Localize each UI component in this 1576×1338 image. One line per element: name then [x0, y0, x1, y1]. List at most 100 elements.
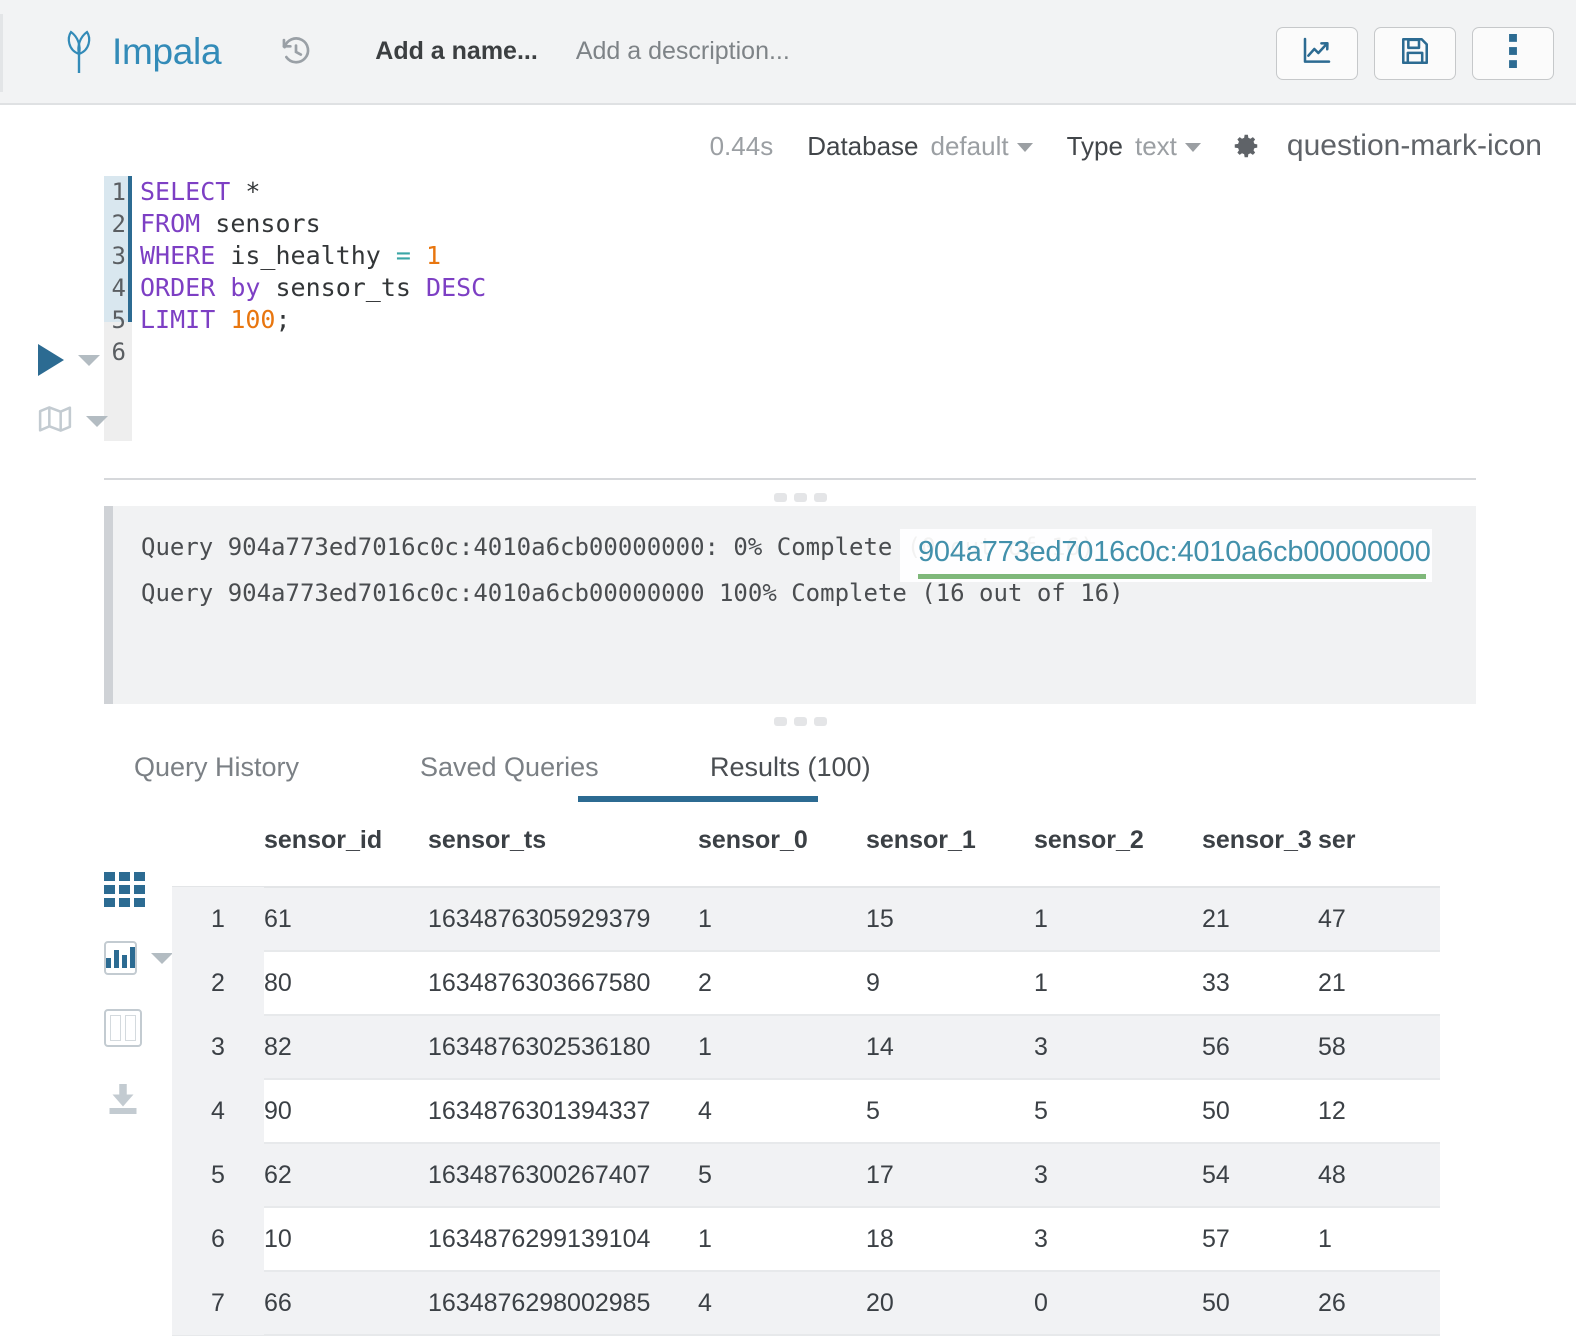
sql-token: DESC: [426, 273, 487, 302]
table-cell-sensor_0: 4: [698, 1096, 712, 1125]
table-cell-sensor_2: 0: [1034, 1288, 1048, 1317]
type-select-value: text: [1134, 130, 1177, 161]
chevron-down-icon: [1184, 143, 1201, 153]
impala-editor-page: Impala Add a name... Add a description..…: [0, 0, 1576, 1338]
download-button[interactable]: [104, 1081, 172, 1117]
table-cell-sensor_1: 17: [866, 1160, 894, 1189]
more-button[interactable]: [1472, 27, 1554, 80]
database-select[interactable]: default: [931, 131, 1033, 162]
sql-editor[interactable]: 1 2 3 4 5 6 SELECT * FROM sensors WHERE is…: [0, 176, 1576, 441]
table-cell-sensor_ts: 1634876301394337: [428, 1096, 651, 1125]
run-options-chevron-down-icon[interactable]: [78, 354, 100, 366]
table-cell-sensor_1: 20: [866, 1288, 894, 1317]
tab-saved-queries[interactable]: Saved Queries: [420, 752, 599, 809]
chart-view-button[interactable]: [104, 941, 173, 975]
column-header-sensor_ts[interactable]: sensor_ts: [428, 826, 698, 855]
table-cell-sensor_4: 12: [1318, 1096, 1346, 1125]
sql-token: by: [230, 273, 261, 302]
table-row[interactable]: 3 82 1634876302536180 1 14 3 56 58: [172, 1015, 1440, 1080]
column-header-sensor_1[interactable]: sensor_1: [866, 826, 1034, 855]
results-view-rail: [104, 872, 173, 1151]
table-cell-sensor_4: 26: [1318, 1288, 1346, 1317]
question-mark-icon[interactable]: question-mark-icon: [1287, 129, 1542, 163]
table-row[interactable]: 1 61 1634876305929379 1 15 1 21 47: [172, 887, 1440, 952]
sql-line: WHERE is_healthy = 1: [140, 240, 486, 272]
line-number: 1: [111, 178, 126, 206]
table-cell-sensor_2: 3: [1034, 1224, 1048, 1253]
table-row[interactable]: 5 62 1634876300267407 5 17 3 54 48: [172, 1143, 1440, 1208]
row-number-cell: 3: [172, 1015, 264, 1079]
editor-log-drag-handle[interactable]: [774, 493, 827, 502]
column-header-sensor_2[interactable]: sensor_2: [1034, 826, 1202, 855]
table-cell-sensor_3: 33: [1202, 968, 1230, 997]
database-select-value: default: [930, 130, 1009, 161]
table-cell-sensor_4: 58: [1318, 1032, 1346, 1061]
table-cell-sensor_4: 47: [1318, 904, 1346, 933]
column-header-sensor_4-clipped[interactable]: ser: [1318, 826, 1434, 855]
table-cell-sensor_2: 5: [1034, 1096, 1048, 1125]
document-name-field[interactable]: Add a name...: [375, 37, 538, 66]
sql-token: =: [395, 241, 411, 270]
columns-view-icon: [104, 1009, 142, 1047]
row-number-cell: 1: [172, 887, 264, 951]
table-cell-sensor_ts: 1634876299139104: [428, 1224, 651, 1253]
tab-query-history[interactable]: Query History: [134, 752, 299, 809]
table-cell-sensor_1: 18: [866, 1224, 894, 1253]
query-id-link-underline: [918, 574, 1426, 579]
row-number-cell: 5: [172, 1143, 264, 1207]
table-header-row: sensor_id sensor_ts sensor_0 sensor_1 se…: [172, 826, 1440, 886]
line-number: 3: [111, 242, 126, 270]
sql-token: LIMIT: [140, 305, 216, 334]
results-table: sensor_id sensor_ts sensor_0 sensor_1 se…: [172, 826, 1440, 1336]
table-cell-sensor_0: 5: [698, 1160, 712, 1189]
gear-icon[interactable]: [1231, 131, 1261, 161]
table-row[interactable]: 4 90 1634876301394337 4 5 5 50 12: [172, 1079, 1440, 1144]
sql-token: is_healthy: [215, 241, 396, 270]
table-cell-sensor_4: 21: [1318, 968, 1346, 997]
document-description-field[interactable]: Add a description...: [576, 37, 790, 66]
app-header: Impala Add a name... Add a description..…: [0, 0, 1576, 105]
query-id-link[interactable]: 904a773ed7016c0c:4010a6cb00000000: [918, 536, 1431, 569]
floppy-disk-save-icon: [1399, 35, 1431, 72]
explain-options-chevron-down-icon[interactable]: [86, 416, 108, 427]
table-cell-sensor_id: 62: [264, 1160, 292, 1189]
line-number: 4: [111, 274, 126, 302]
table-cell-sensor_0: 1: [698, 904, 712, 933]
table-cell-sensor_ts: 1634876302536180: [428, 1032, 651, 1061]
table-row[interactable]: 7 66 1634876298002985 4 20 0 50 26: [172, 1271, 1440, 1336]
download-icon: [104, 1081, 142, 1117]
brand-name[interactable]: Impala: [112, 31, 222, 73]
column-header-sensor_id[interactable]: sensor_id: [264, 826, 428, 855]
table-cell-sensor_3: 21: [1202, 904, 1230, 933]
sql-line: [140, 336, 486, 368]
log-results-drag-handle[interactable]: [774, 717, 827, 726]
table-row[interactable]: 2 80 1634876303667580 2 9 1 33 21: [172, 951, 1440, 1016]
chart-button[interactable]: [1276, 27, 1358, 80]
sql-code-text[interactable]: SELECT * FROM sensors WHERE is_healthy = 1…: [140, 176, 486, 368]
history-clock-icon[interactable]: [279, 35, 313, 69]
table-cell-sensor_3: 50: [1202, 1288, 1230, 1317]
row-number-cell: 2: [172, 951, 264, 1015]
play-triangle-icon[interactable]: [38, 344, 64, 376]
table-cell-sensor_1: 14: [866, 1032, 894, 1061]
type-select[interactable]: text: [1135, 131, 1201, 162]
columns-view-button[interactable]: [104, 1009, 172, 1047]
table-cell-sensor_3: 56: [1202, 1032, 1230, 1061]
column-header-sensor_3[interactable]: sensor_3: [1202, 826, 1318, 855]
save-button[interactable]: [1374, 27, 1456, 80]
sql-token: SELECT: [140, 177, 231, 206]
chart-view-chevron-down-icon[interactable]: [151, 952, 173, 964]
table-cell-sensor_id: 90: [264, 1096, 292, 1125]
column-header-sensor_0[interactable]: sensor_0: [698, 826, 866, 855]
query-log-line: Query 904a773ed7016c0c:4010a6cb00000000 …: [141, 579, 1124, 607]
map-explain-icon[interactable]: [38, 404, 72, 439]
table-row[interactable]: 6 10 1634876299139104 1 18 3 57 1: [172, 1207, 1440, 1272]
sql-token: 1: [426, 241, 442, 270]
grid-view-button[interactable]: [104, 872, 172, 907]
sql-line: FROM sensors: [140, 208, 486, 240]
table-cell-sensor_1: 9: [866, 968, 880, 997]
line-number: 5: [111, 306, 126, 334]
impala-leaf-logo-icon: [64, 29, 94, 74]
